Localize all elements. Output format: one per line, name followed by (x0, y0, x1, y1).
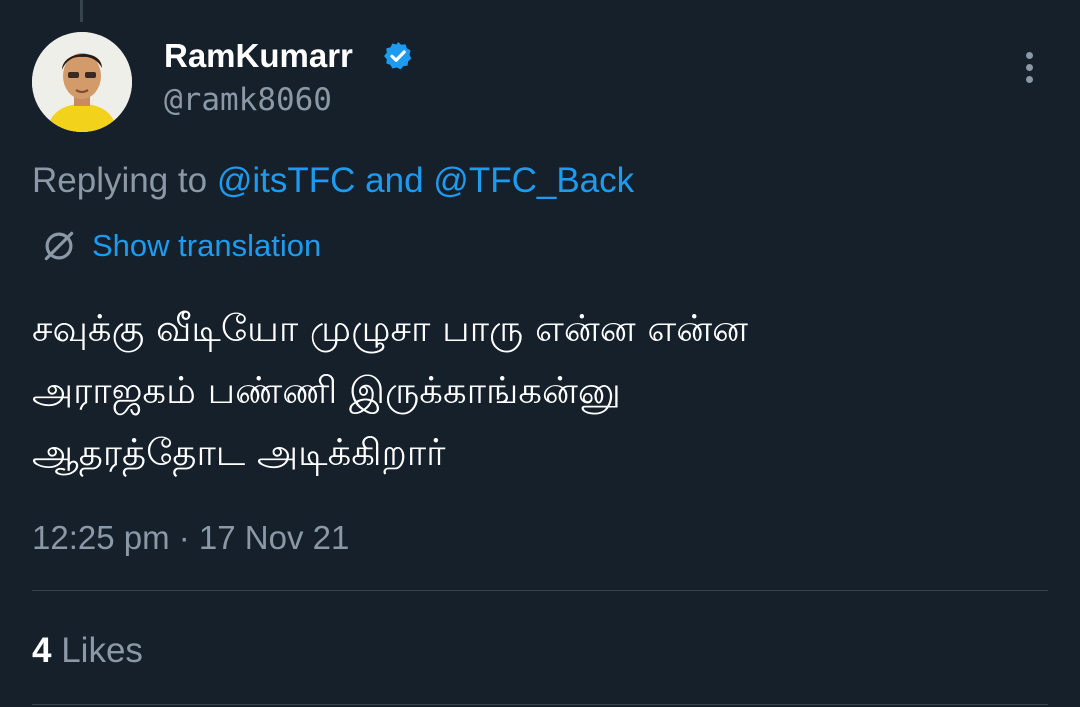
tweet-detail: RamKumarr @ramk8060 Replying to @itsTFC … (0, 0, 1080, 707)
thread-connector-line (80, 0, 83, 22)
tweet-text: சவுக்கு வீடியோ முழுசா பாரு என்ன என்ன அரா… (32, 298, 1032, 484)
tweet-timestamp[interactable]: 12:25 pm · 17 Nov 21 (32, 518, 349, 558)
tweet-text-line: அராஜகம் பண்ணி இருக்காங்கன்னு (32, 369, 621, 412)
avatar[interactable] (32, 32, 132, 132)
mention-itstfc[interactable]: @itsTFC (217, 161, 356, 200)
show-translation-label: Show translation (92, 228, 322, 263)
show-translation-button[interactable]: Show translation (40, 226, 321, 266)
replying-joiner: and (365, 161, 424, 200)
likes-stat[interactable]: 4 Likes (32, 630, 143, 672)
likes-label: Likes (61, 631, 143, 670)
tweet-text-line: ஆதரத்தோட அடிக்கிறார் (32, 431, 446, 474)
divider (32, 590, 1048, 591)
likes-count: 4 (32, 631, 52, 670)
replying-prefix: Replying to (32, 161, 208, 200)
tweet-text-line: சவுக்கு வீடியோ முழுசா பாரு என்ன என்ன (32, 307, 749, 350)
mention-tfc-back[interactable]: @TFC_Back (433, 161, 634, 200)
translate-globe-icon (44, 231, 74, 261)
avatar-image (32, 32, 132, 132)
verified-badge-icon (384, 42, 412, 70)
divider (32, 704, 1048, 705)
author-display-name[interactable]: RamKumarr (164, 36, 353, 76)
author-handle[interactable]: @ramk8060 (164, 80, 332, 120)
replying-to-line: Replying to @itsTFC and @TFC_Back (32, 160, 634, 202)
more-options-icon[interactable] (1018, 52, 1040, 92)
